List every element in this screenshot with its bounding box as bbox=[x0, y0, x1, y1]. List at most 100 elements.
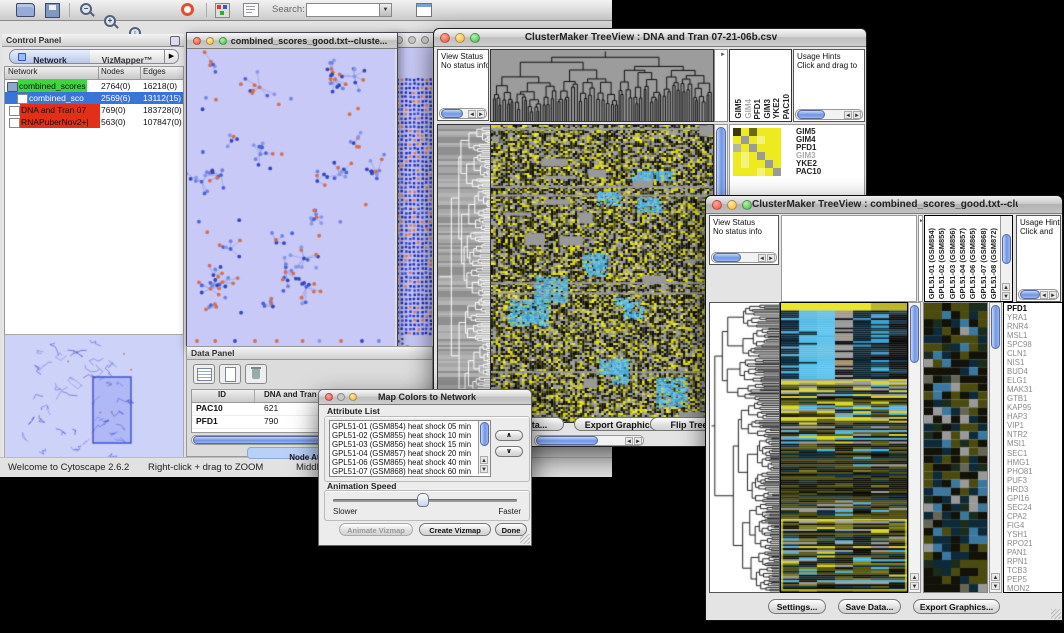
attribute-up-button[interactable]: ∧ bbox=[495, 430, 523, 441]
usage-hints-scrollbar[interactable]: ◄ ► bbox=[1018, 289, 1059, 300]
dialog-resize-grip[interactable] bbox=[520, 534, 530, 544]
matrix-cell[interactable] bbox=[765, 168, 773, 176]
combined-zoom-v-scrollbar[interactable]: ▲ ▼ bbox=[989, 302, 1002, 593]
matrix-cell[interactable] bbox=[733, 136, 741, 144]
matrix-cell[interactable] bbox=[757, 144, 765, 152]
vizmapper-icon[interactable] bbox=[215, 3, 230, 18]
network-view-1-title-bar[interactable]: combined_scores_good.txt--cluste... bbox=[187, 33, 397, 49]
search-dropdown-arrow-icon[interactable]: ▼ bbox=[379, 4, 391, 16]
treeview-combined-title-bar[interactable]: ClusterMaker TreeView : combined_scores_… bbox=[706, 196, 1062, 214]
gene-label[interactable]: TCB3 bbox=[1007, 566, 1033, 575]
import-table-icon[interactable] bbox=[416, 3, 432, 17]
matrix-cell[interactable] bbox=[749, 152, 757, 160]
gene-label[interactable]: NTR2 bbox=[1007, 430, 1033, 439]
network-overview-thumbnail[interactable] bbox=[4, 334, 184, 472]
combined-save-data-button[interactable]: Save Data... bbox=[838, 599, 901, 614]
network-table-row[interactable]: DNA and Tran 07769(0)183728(0) bbox=[5, 104, 183, 116]
matrix-cell[interactable] bbox=[765, 136, 773, 144]
gene-label[interactable]: HRD3 bbox=[1007, 485, 1033, 494]
tab-vizmapper[interactable]: VizMapper™ bbox=[90, 49, 165, 64]
zoom-window-icon[interactable] bbox=[742, 200, 752, 210]
treeview-dna-title-bar[interactable]: ClusterMaker TreeView : DNA and Tran 07-… bbox=[434, 29, 866, 47]
gene-label[interactable]: ELG1 bbox=[1007, 376, 1033, 385]
gene-label[interactable]: PFD1 bbox=[1007, 304, 1033, 313]
attribute-list-v-scrollbar[interactable]: ▲ ▼ bbox=[478, 421, 490, 474]
combined-heatmap-v-scrollbar[interactable]: ▲ ▼ bbox=[908, 302, 921, 593]
minimize-icon[interactable] bbox=[337, 393, 345, 401]
matrix-cell[interactable] bbox=[757, 128, 765, 136]
combined-column-tree-area[interactable] bbox=[781, 215, 917, 302]
zoom-in-icon[interactable]: + bbox=[104, 15, 116, 27]
gene-label[interactable]: MON2 bbox=[1007, 584, 1033, 593]
close-icon[interactable] bbox=[712, 200, 722, 210]
tab-network[interactable]: Network bbox=[9, 49, 91, 64]
close-icon[interactable] bbox=[325, 393, 333, 401]
gene-label[interactable]: RPN1 bbox=[1007, 557, 1033, 566]
gene-label[interactable]: PEP5 bbox=[1007, 575, 1033, 584]
gene-label[interactable]: PHO81 bbox=[1007, 467, 1033, 476]
combined-resize-grip[interactable] bbox=[1051, 609, 1061, 619]
usage-hints-scrollbar[interactable]: ◄ ► bbox=[795, 109, 863, 120]
matrix-cell[interactable] bbox=[749, 160, 757, 168]
gene-label[interactable]: RNR4 bbox=[1007, 322, 1033, 331]
search-input[interactable]: ▼ bbox=[306, 3, 392, 17]
matrix-cell[interactable] bbox=[765, 160, 773, 168]
gene-label[interactable]: KAP95 bbox=[1007, 403, 1033, 412]
combined-settings-button[interactable]: Settings... bbox=[768, 599, 826, 614]
matrix-cell[interactable] bbox=[773, 144, 781, 152]
matrix-cell[interactable] bbox=[733, 168, 741, 176]
attribute-list-item[interactable]: GPL51-03 (GSM856) heat shock 15 min bbox=[332, 440, 478, 449]
gene-label[interactable]: CLN1 bbox=[1007, 349, 1033, 358]
open-file-icon[interactable] bbox=[16, 3, 35, 17]
minimize-icon[interactable] bbox=[727, 200, 737, 210]
matrix-cell[interactable] bbox=[741, 168, 749, 176]
new-attribute-icon[interactable] bbox=[219, 364, 241, 384]
matrix-cell[interactable] bbox=[741, 152, 749, 160]
gene-label[interactable]: MAK31 bbox=[1007, 385, 1033, 394]
zoom-window-icon[interactable] bbox=[349, 393, 357, 401]
dna-column-dendrogram[interactable] bbox=[490, 49, 714, 122]
float-panel-icon[interactable] bbox=[170, 36, 180, 46]
view-status-scrollbar[interactable]: ◄ ► bbox=[711, 252, 777, 263]
dialog-title-bar[interactable]: Map Colors to Network bbox=[319, 390, 531, 405]
matrix-cell[interactable] bbox=[749, 128, 757, 136]
combined-row-dendrogram[interactable] bbox=[709, 302, 780, 593]
gene-label[interactable]: MSL1 bbox=[1007, 331, 1033, 340]
gene-label[interactable]: GTB1 bbox=[1007, 394, 1033, 403]
matrix-cell[interactable] bbox=[733, 128, 741, 136]
matrix-cell[interactable] bbox=[773, 152, 781, 160]
help-lifebuoy-icon[interactable] bbox=[181, 3, 194, 16]
tab-overflow-button[interactable]: ▶ bbox=[164, 49, 179, 64]
gene-label[interactable]: PAN1 bbox=[1007, 548, 1033, 557]
zoom-window-icon[interactable] bbox=[421, 36, 429, 44]
matrix-cell[interactable] bbox=[741, 160, 749, 168]
matrix-cell[interactable] bbox=[749, 136, 757, 144]
gene-label[interactable]: SEC24 bbox=[1007, 503, 1033, 512]
matrix-cell[interactable] bbox=[765, 152, 773, 160]
gene-label[interactable]: PUF3 bbox=[1007, 476, 1033, 485]
matrix-cell[interactable] bbox=[765, 128, 773, 136]
attribute-list-item[interactable]: GPL51-04 (GSM857) heat shock 20 min bbox=[332, 449, 478, 458]
combined-gene-list[interactable]: PFD1YRA1RNR4MSL1SPC98CLN1NIS1BUD4ELG1MAK… bbox=[1003, 302, 1063, 593]
network-table-row[interactable]: combined_scores2764(0)16218(0) bbox=[5, 80, 183, 92]
minimize-icon[interactable] bbox=[455, 33, 465, 43]
dna-row-dendrogram[interactable] bbox=[437, 124, 491, 423]
matrix-cell[interactable] bbox=[741, 128, 749, 136]
delete-attribute-trash-icon[interactable] bbox=[245, 364, 267, 384]
view-status-scrollbar[interactable]: ◄ ► bbox=[439, 108, 487, 119]
matrix-cell[interactable] bbox=[773, 136, 781, 144]
gene-label[interactable]: YSH1 bbox=[1007, 530, 1033, 539]
attribute-list[interactable]: GPL51-01 (GSM854) heat shock 05 minGPL51… bbox=[329, 420, 491, 477]
zoom-window-icon[interactable] bbox=[219, 37, 227, 45]
attribute-list-item[interactable]: GPL51-02 (GSM855) heat shock 10 min bbox=[332, 431, 478, 440]
close-icon[interactable] bbox=[193, 37, 201, 45]
gene-label[interactable]: VIP1 bbox=[1007, 421, 1033, 430]
create-vizmap-button[interactable]: Create Vizmap bbox=[419, 523, 491, 536]
matrix-cell[interactable] bbox=[757, 152, 765, 160]
gene-label[interactable]: SPC98 bbox=[1007, 340, 1033, 349]
zoom-window-icon[interactable] bbox=[470, 33, 480, 43]
dna-bottom-scrollbar[interactable]: ◄ ► bbox=[534, 435, 644, 446]
combined-heatmap[interactable] bbox=[780, 302, 908, 593]
matrix-cell[interactable] bbox=[757, 160, 765, 168]
dna-heatmap[interactable] bbox=[490, 124, 714, 423]
